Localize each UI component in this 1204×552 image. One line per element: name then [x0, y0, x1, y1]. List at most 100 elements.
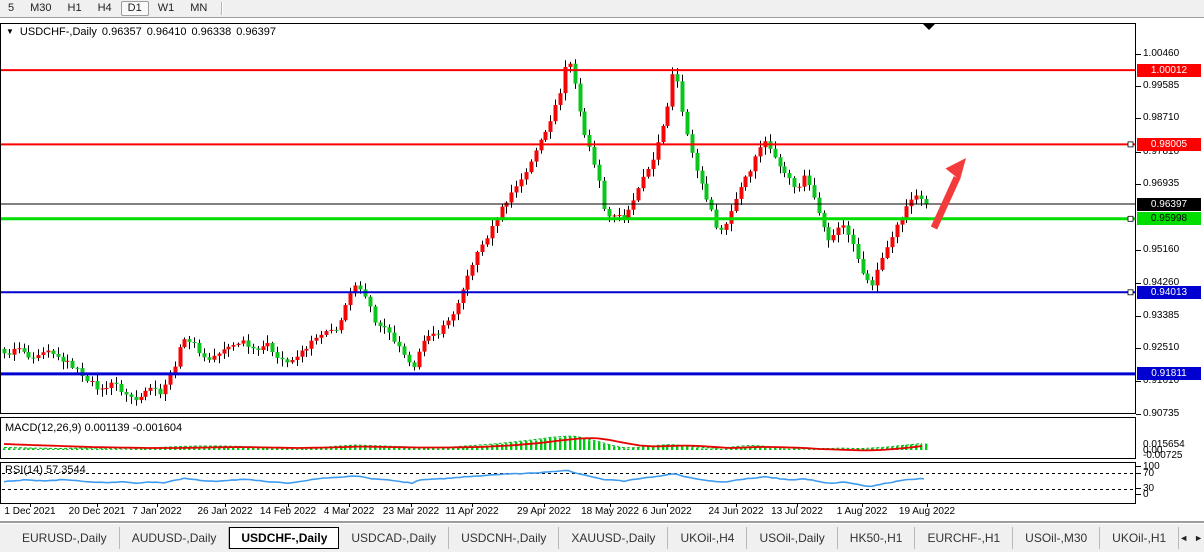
tab-scroll-arrows: ◄► [1179, 533, 1203, 543]
candle-up [496, 219, 500, 226]
candle-up [105, 388, 109, 389]
candle-down [818, 198, 822, 213]
candle-up [149, 388, 153, 391]
symbol-dropdown-icon[interactable]: ▼ [6, 27, 14, 36]
candle-up [647, 169, 651, 177]
tab-scroll-right-icon[interactable]: ► [1194, 533, 1203, 543]
candle-up [837, 228, 841, 235]
candle-up [169, 375, 173, 385]
line-handle[interactable] [1128, 142, 1133, 147]
chart-tab-bar: EURUSD-,DailyAUDUSD-,DailyUSDCHF-,DailyU… [0, 524, 1204, 552]
candle-down [788, 173, 792, 178]
candle-up [47, 351, 51, 353]
symbol-name: USDCHF-,Daily [20, 26, 97, 38]
line-handle[interactable] [1128, 290, 1133, 295]
chart-shift-marker[interactable] [923, 24, 935, 30]
candle-up [140, 397, 144, 400]
line-handle[interactable] [1128, 216, 1133, 221]
date-label: 20 Dec 2021 [69, 506, 126, 517]
chart-title: ▼USDCHF-,Daily0.963570.964100.963380.963… [6, 26, 281, 38]
candle-up [110, 383, 114, 388]
candle-down [76, 368, 80, 369]
candle-up [310, 341, 314, 349]
candle-up [642, 177, 646, 188]
ohlc-high: 0.96410 [147, 26, 187, 38]
candle-down [920, 196, 924, 200]
candle-down [847, 225, 851, 234]
price-axis-label: 1.00460 [1143, 48, 1179, 59]
price-badge-1.00012: 1.00012 [1137, 64, 1201, 77]
ohlc-open: 0.96357 [102, 26, 142, 38]
chart-tab-eurchf-h1[interactable]: EURCHF-,H1 [915, 527, 1013, 549]
date-label: 14 Feb 2022 [260, 506, 316, 517]
price-tick [1136, 152, 1141, 153]
candle-up [671, 74, 675, 106]
tab-scroll-left-icon[interactable]: ◄ [1179, 533, 1188, 543]
timeframe-button-d1[interactable]: D1 [121, 1, 149, 16]
candle-up [652, 160, 656, 169]
chart-tab-ukoil-h4[interactable]: UKOil-,H4 [668, 527, 747, 549]
rsi-tick [1136, 488, 1141, 489]
candle-down [369, 297, 373, 307]
timeframe-button-mn[interactable]: MN [183, 1, 214, 16]
chart-tab-hk50-h1[interactable]: HK50-,H1 [838, 527, 916, 549]
candle-up [520, 179, 524, 186]
chart-tab-usdchf-daily[interactable]: USDCHF-,Daily [229, 527, 339, 549]
candle-down [286, 359, 290, 362]
candle-up [740, 187, 744, 199]
candle-up [101, 389, 105, 390]
candle-down [603, 181, 607, 209]
timeframe-button-h4[interactable]: H4 [91, 1, 119, 16]
chart-tab-usoil-m30[interactable]: USOil-,M30 [1013, 527, 1100, 549]
candle-up [749, 171, 753, 176]
candle-down [3, 349, 7, 353]
timeframe-button-5[interactable]: 5 [1, 1, 21, 16]
candle-down [579, 84, 583, 112]
candle-up [227, 347, 231, 350]
rsi-axis-label: 0 [1143, 489, 1149, 500]
chart-tab-eurusd-daily[interactable]: EURUSD-,Daily [10, 527, 120, 549]
candle-down [335, 330, 339, 331]
main-price-chart[interactable] [0, 23, 1136, 415]
candle-down [862, 259, 866, 273]
macd-indicator-panel[interactable]: MACD(12,26,9) 0.001139 -0.001604 [0, 417, 1136, 459]
candle-down [783, 166, 787, 173]
chart-tab-ukoil-h1[interactable]: UKOil-,H1 [1100, 527, 1179, 549]
chart-tab-audusd-daily[interactable]: AUDUSD-,Daily [120, 527, 230, 549]
chart-tab-usoil-daily[interactable]: USOil-,Daily [747, 527, 837, 549]
candle-down [71, 361, 75, 368]
price-tick [1136, 184, 1141, 185]
chart-tab-usdcnh-daily[interactable]: USDCNH-,Daily [449, 527, 559, 549]
price-axis[interactable]: 1.004600.995850.987100.978100.969350.951… [1136, 0, 1204, 552]
candle-down [383, 326, 387, 327]
chart-tab-usdcad-daily[interactable]: USDCAD-,Daily [339, 527, 449, 549]
candle-down [193, 342, 197, 343]
candle-down [135, 397, 139, 400]
timeframe-button-w1[interactable]: W1 [151, 1, 182, 16]
candle-up [515, 186, 519, 192]
candle-down [779, 157, 783, 166]
candle-down [252, 347, 256, 349]
price-tick [1136, 86, 1141, 87]
candle-up [725, 224, 729, 230]
candle-down [203, 353, 207, 357]
candle-down [198, 343, 202, 353]
candle-down [247, 340, 251, 346]
date-label: 11 Apr 2022 [445, 506, 498, 517]
date-label: 26 Jan 2022 [197, 506, 252, 517]
candle-down [96, 381, 100, 389]
candle-up [832, 235, 836, 240]
price-axis-label: 0.93385 [1143, 310, 1179, 321]
candle-down [608, 209, 612, 216]
timeframe-button-m30[interactable]: M30 [23, 1, 58, 16]
time-axis[interactable]: 1 Dec 202120 Dec 20217 Jan 202226 Jan 20… [0, 505, 1136, 519]
price-tick [1136, 348, 1141, 349]
price-tick [1136, 54, 1141, 55]
candle-up [13, 349, 17, 355]
candle-down [159, 389, 163, 395]
rsi-indicator-panel[interactable]: RSI(14) 57.3544 [0, 462, 1136, 504]
date-label: 13 Jul 2022 [771, 506, 823, 517]
candle-up [427, 336, 431, 341]
chart-tab-xauusd-daily[interactable]: XAUUSD-,Daily [559, 527, 668, 549]
timeframe-button-h1[interactable]: H1 [61, 1, 89, 16]
